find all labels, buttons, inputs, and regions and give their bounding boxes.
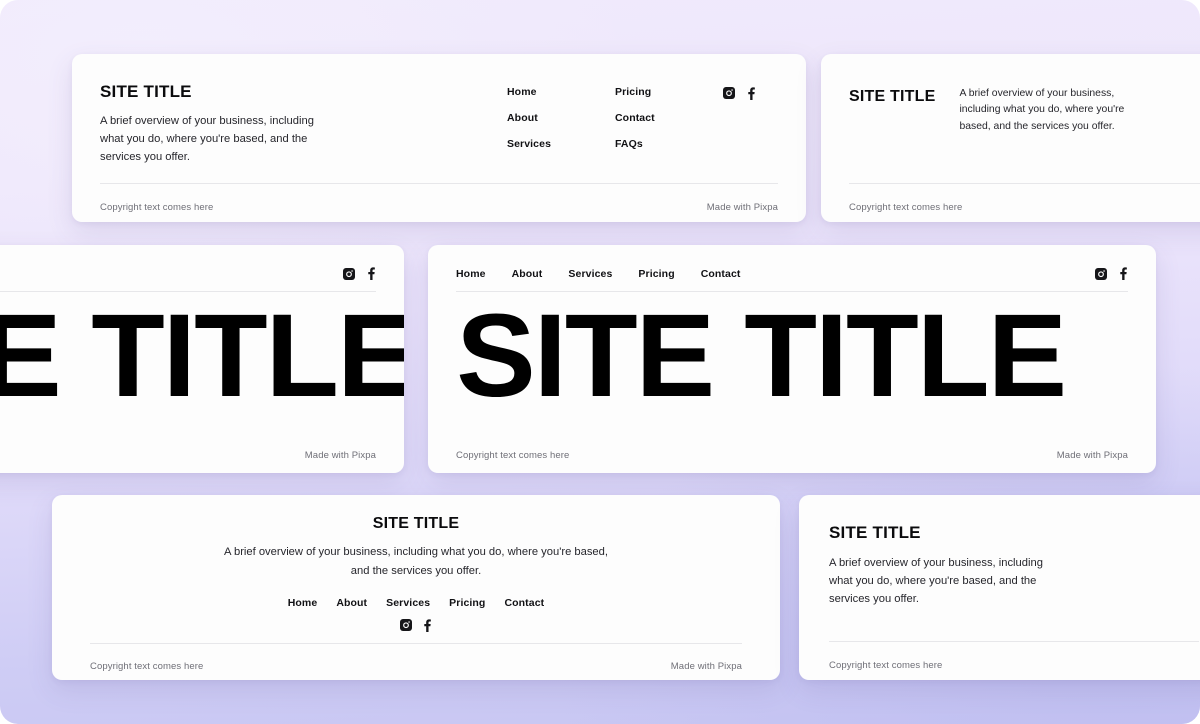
footer-card-bigtitle-main[interactable]: Home About Services Pricing Contact SITE… bbox=[428, 245, 1156, 473]
card-body: SITE TITLE A brief overview of your busi… bbox=[821, 54, 1200, 183]
nav-link-about[interactable]: About bbox=[507, 112, 569, 124]
made-with-text[interactable]: Made with Pixpa bbox=[671, 661, 742, 672]
nav-link-home[interactable]: Home bbox=[288, 597, 318, 609]
nav-link-contact[interactable]: Contact bbox=[504, 597, 544, 609]
nav-link-pricing[interactable]: Pricing bbox=[615, 86, 677, 98]
footer-templates-gallery: SITE TITLE A brief overview of your busi… bbox=[0, 0, 1200, 724]
facebook-icon[interactable] bbox=[366, 267, 376, 280]
nav-link-home[interactable]: Home bbox=[507, 86, 569, 98]
instagram-icon[interactable] bbox=[723, 87, 735, 99]
card-footer: Made with Pixpa bbox=[0, 450, 404, 473]
card-footer: Copyright text comes here bbox=[821, 184, 1200, 222]
nav-link-about[interactable]: About bbox=[336, 597, 367, 609]
facebook-icon[interactable] bbox=[746, 87, 756, 100]
footer-card-nav-columns[interactable]: SITE TITLE A brief overview of your busi… bbox=[72, 54, 806, 222]
social-links bbox=[400, 618, 432, 632]
card-top-row bbox=[0, 245, 404, 280]
nav-link-services[interactable]: Services bbox=[568, 268, 612, 280]
site-title: SITE TITLE bbox=[829, 523, 921, 542]
card-top-row: Home About Services Pricing Contact bbox=[428, 245, 1156, 280]
made-with-text[interactable]: Made with Pixpa bbox=[1057, 450, 1128, 461]
nav-link-pricing[interactable]: Pricing bbox=[449, 597, 485, 609]
copyright-text: Copyright text comes here bbox=[100, 202, 214, 213]
nav-link-about[interactable]: About bbox=[512, 268, 543, 280]
nav-link-home[interactable]: Home bbox=[456, 268, 486, 280]
card-body: SITE TITLE A brief overview of your busi… bbox=[72, 54, 806, 183]
site-description: A brief overview of your business, inclu… bbox=[100, 115, 314, 164]
nav-link-contact[interactable]: Contact bbox=[615, 112, 677, 124]
card-body: SITE TITLE bbox=[428, 292, 1156, 450]
brand-block: SITE TITLE A brief overview of your busi… bbox=[100, 82, 330, 183]
nav-column-secondary: Pricing Contact FAQs bbox=[615, 86, 677, 183]
card-footer: Copyright text comes here Made with Pixp… bbox=[52, 644, 780, 680]
social-links bbox=[1095, 267, 1128, 280]
site-description: A brief overview of your business, inclu… bbox=[959, 88, 1125, 132]
made-with-text[interactable]: Made with Pixpa bbox=[305, 450, 376, 461]
nav-link-services[interactable]: Services bbox=[507, 138, 569, 150]
instagram-icon[interactable] bbox=[400, 619, 412, 632]
card-body: SITE TITLE A brief overview of your busi… bbox=[52, 495, 780, 643]
site-description: A brief overview of your business, inclu… bbox=[224, 546, 608, 578]
copyright-text: Copyright text comes here bbox=[90, 661, 204, 672]
card-body: SITE TITLE A brief overview of your busi… bbox=[799, 495, 1200, 641]
oversized-site-title: SITE TITLE bbox=[0, 290, 404, 422]
card-footer: Copyright text comes here bbox=[799, 642, 1200, 680]
nav-column-primary: Home About Services bbox=[507, 86, 569, 183]
social-links bbox=[723, 86, 756, 183]
facebook-icon[interactable] bbox=[1118, 267, 1128, 280]
facebook-icon[interactable] bbox=[422, 618, 432, 632]
footer-card-centered[interactable]: SITE TITLE A brief overview of your busi… bbox=[52, 495, 780, 680]
social-links bbox=[343, 267, 376, 280]
nav-link-contact[interactable]: Contact bbox=[701, 268, 741, 280]
footer-nav: Home About Services Pricing Contact bbox=[456, 268, 741, 280]
footer-card-bigtitle-left[interactable]: SITE TITLE Made with Pixpa bbox=[0, 245, 404, 473]
nav-link-services[interactable]: Services bbox=[386, 597, 430, 609]
footer-nav: Home About Services Pricing Contact bbox=[288, 597, 545, 609]
site-description: A brief overview of your business, inclu… bbox=[829, 557, 1043, 606]
site-title: SITE TITLE bbox=[849, 88, 936, 105]
copyright-text: Copyright text comes here bbox=[849, 202, 963, 213]
footer-nav-area: Home About Services Pricing Contact FAQs bbox=[507, 82, 778, 183]
copyright-text: Copyright text comes here bbox=[829, 660, 943, 671]
copyright-text: Copyright text comes here bbox=[456, 450, 570, 461]
site-title: SITE TITLE bbox=[100, 82, 192, 101]
card-body: SITE TITLE bbox=[0, 292, 404, 450]
footer-card-split[interactable]: SITE TITLE A brief overview of your busi… bbox=[821, 54, 1200, 222]
oversized-site-title: SITE TITLE bbox=[456, 290, 1067, 422]
nav-link-pricing[interactable]: Pricing bbox=[638, 268, 674, 280]
site-title: SITE TITLE bbox=[372, 515, 460, 532]
footer-card-simple[interactable]: SITE TITLE A brief overview of your busi… bbox=[799, 495, 1200, 680]
card-footer: Copyright text comes here Made with Pixp… bbox=[428, 450, 1156, 473]
instagram-icon[interactable] bbox=[343, 267, 355, 280]
made-with-text[interactable]: Made with Pixpa bbox=[707, 202, 778, 213]
instagram-icon[interactable] bbox=[1095, 267, 1107, 280]
nav-link-faqs[interactable]: FAQs bbox=[615, 138, 677, 150]
card-footer: Copyright text comes here Made with Pixp… bbox=[72, 184, 806, 222]
